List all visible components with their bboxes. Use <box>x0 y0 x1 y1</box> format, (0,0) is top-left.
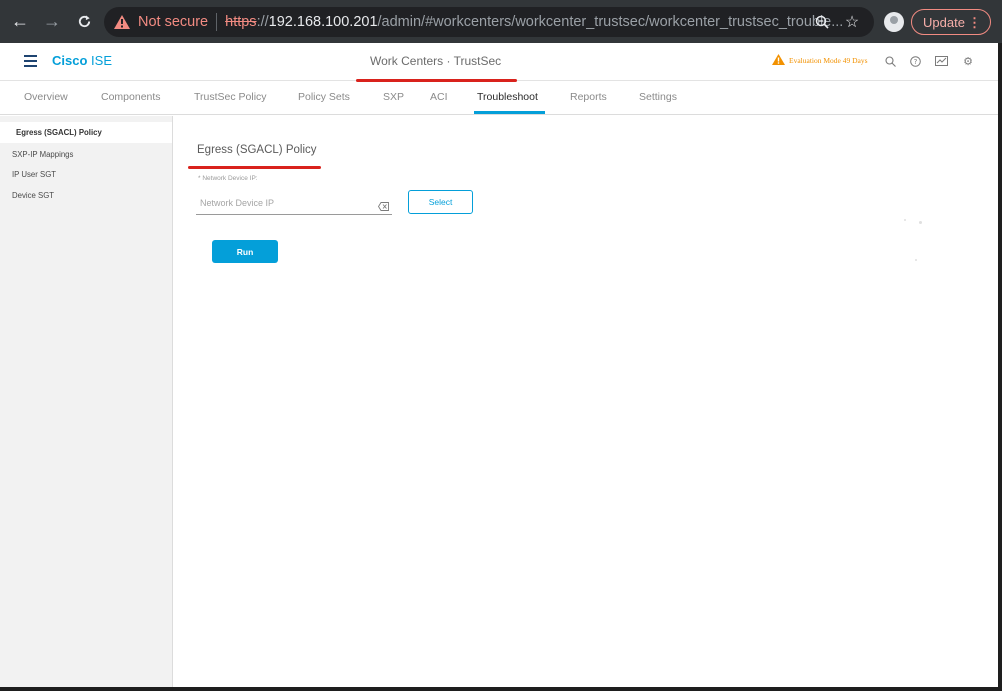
decorative-dot <box>915 259 917 261</box>
search-icon[interactable] <box>883 54 897 68</box>
back-arrow-icon[interactable]: ← <box>7 9 33 35</box>
forward-arrow-icon[interactable]: → <box>39 9 65 35</box>
tab-troubleshoot[interactable]: Troubleshoot <box>477 91 538 103</box>
kebab-menu-icon[interactable]: ⋮ <box>968 15 981 31</box>
sidebar-item-egress-sgacl-policy[interactable]: Egress (SGACL) Policy <box>0 122 172 143</box>
ise-header: Cisco ISE Work Centers · TrustSec Evalua… <box>0 43 998 82</box>
window-edge <box>998 43 1002 691</box>
url-protocol: https <box>225 14 257 30</box>
reload-icon[interactable] <box>71 9 97 35</box>
main-content: Egress (SGACL) Policy * Network Device I… <box>174 116 998 687</box>
tab-reports[interactable]: Reports <box>570 91 607 103</box>
security-status[interactable]: Not secure <box>138 14 208 30</box>
brand-logo[interactable]: Cisco ISE <box>52 53 112 68</box>
url-path: /admin/#workcenters/workcenter_trustsec/… <box>377 14 844 30</box>
zoom-icon[interactable] <box>812 12 832 32</box>
tab-components[interactable]: Components <box>101 91 161 103</box>
gear-icon[interactable]: ⚙ <box>961 54 975 68</box>
active-tab-indicator <box>474 111 545 114</box>
network-device-ip-input[interactable] <box>196 191 392 215</box>
tab-sxp[interactable]: SXP <box>383 91 404 103</box>
ise-app: Cisco ISE Work Centers · TrustSec Evalua… <box>0 43 998 687</box>
page-title: Egress (SGACL) Policy <box>197 144 317 156</box>
url-host: 192.168.100.201 <box>268 14 378 30</box>
clear-input-icon[interactable] <box>377 198 389 211</box>
warning-triangle-icon <box>114 14 132 30</box>
svg-text:?: ? <box>913 58 917 66</box>
update-button[interactable]: Update ⋮ <box>911 9 991 35</box>
run-button[interactable]: Run <box>212 240 278 263</box>
url-text[interactable]: https://192.168.100.201/admin/#workcente… <box>225 14 843 30</box>
sidebar-item-sxp-ip-mappings[interactable]: SXP-IP Mappings <box>0 144 172 165</box>
brand-name: Cisco <box>52 53 88 68</box>
browser-toolbar: ← → Not secure https://192.168.100.201/a… <box>0 0 1002 43</box>
brand-product: ISE <box>91 53 112 68</box>
decorative-dot <box>919 221 922 224</box>
update-button-label: Update <box>923 14 965 30</box>
warning-triangle-icon <box>772 54 785 67</box>
address-bar[interactable]: Not secure https://192.168.100.201/admin… <box>104 7 874 37</box>
hamburger-menu-icon[interactable] <box>24 55 37 67</box>
window-edge <box>0 687 1002 691</box>
help-icon[interactable]: ? <box>908 54 922 68</box>
tab-overview[interactable]: Overview <box>24 91 68 103</box>
tab-policy-sets[interactable]: Policy Sets <box>298 91 350 103</box>
tab-bar: Overview Components TrustSec Policy Poli… <box>0 82 998 115</box>
dashboard-icon[interactable] <box>934 54 948 68</box>
omnibox-divider <box>216 13 218 31</box>
sidebar-item-device-sgt[interactable]: Device SGT <box>0 185 172 206</box>
sidebar: Egress (SGACL) Policy SXP-IP Mappings IP… <box>0 116 173 687</box>
select-button[interactable]: Select <box>408 190 473 214</box>
annotation-underline <box>188 166 321 169</box>
bookmark-star-icon[interactable]: ☆ <box>842 12 862 32</box>
evaluation-text: Evaluation Mode 49 Days <box>789 56 868 65</box>
url-separator: :// <box>256 14 269 30</box>
sidebar-item-ip-user-sgt[interactable]: IP User SGT <box>0 164 172 185</box>
decorative-dot <box>904 219 906 221</box>
tab-trustsec-policy[interactable]: TrustSec Policy <box>194 91 267 103</box>
evaluation-badge[interactable]: Evaluation Mode 49 Days <box>772 54 868 67</box>
network-device-ip-label: * Network Device IP: <box>198 175 258 182</box>
profile-avatar[interactable] <box>884 12 904 32</box>
tab-settings[interactable]: Settings <box>639 91 677 103</box>
tab-aci[interactable]: ACI <box>430 91 448 103</box>
page-heading: Work Centers · TrustSec <box>370 54 502 68</box>
